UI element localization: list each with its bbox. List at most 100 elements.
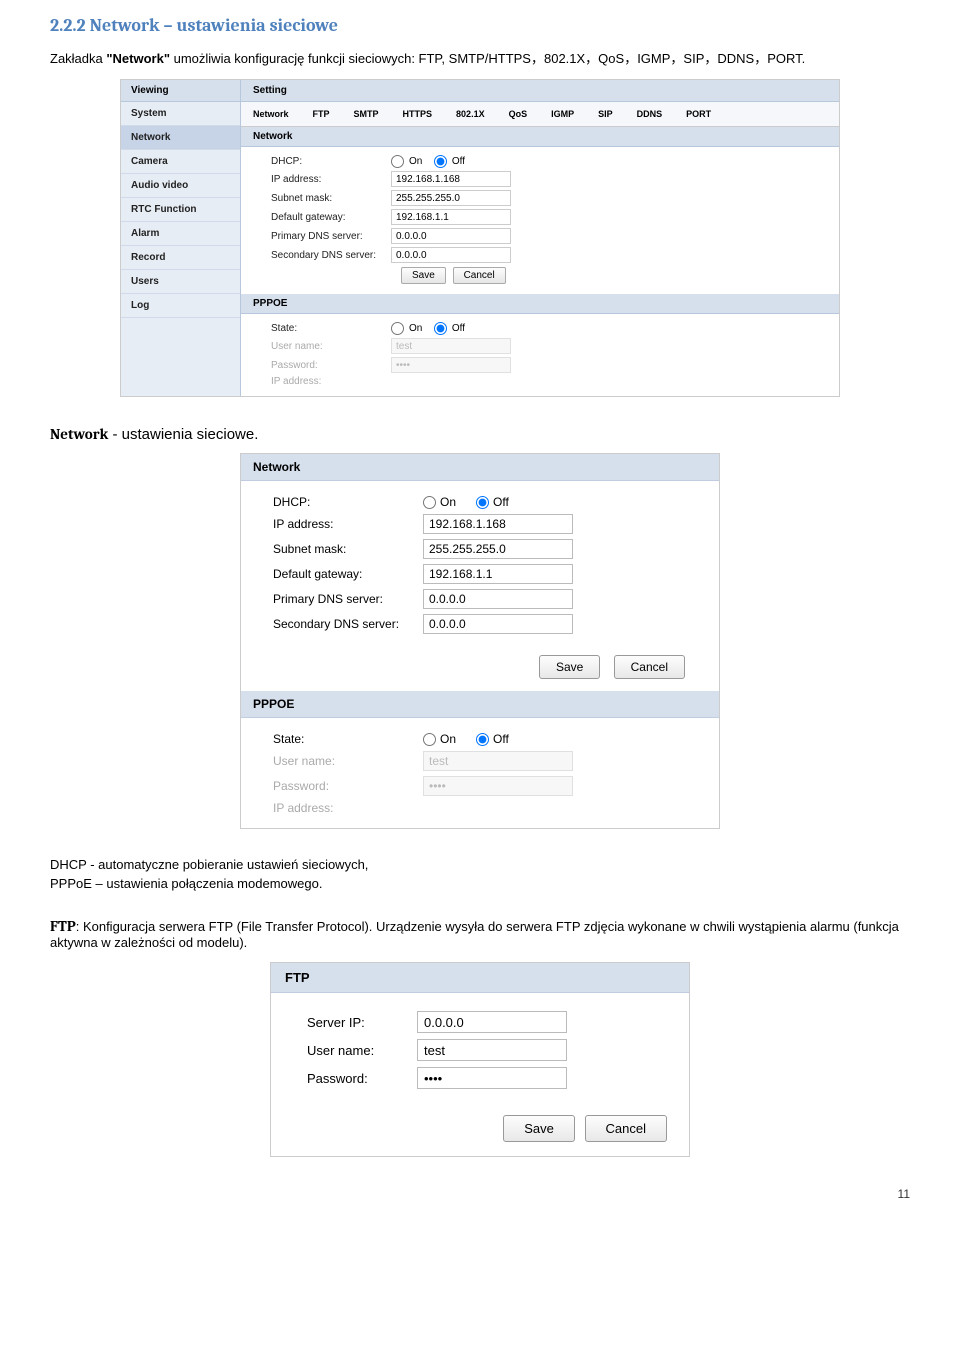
state2-on-label: On [440, 732, 456, 746]
tab-smtp[interactable]: SMTP [342, 106, 391, 122]
panel3-head-ftp: FTP [271, 963, 689, 993]
tab-https[interactable]: HTTPS [391, 106, 445, 122]
pppoe2-pass-label: Password: [273, 779, 423, 793]
ip2-input[interactable] [423, 514, 573, 534]
ftp-lead: FTP [50, 917, 76, 935]
dhcp-off-radio[interactable] [434, 155, 447, 168]
network-form: DHCP: On Off IP address: Subnet mask: De… [241, 147, 839, 294]
dhcp-label: DHCP: [271, 156, 391, 167]
dns2b-input[interactable] [423, 614, 573, 634]
tab-sip[interactable]: SIP [586, 106, 625, 122]
ftp-rest: : Konfiguracja serwera FTP (File Transfe… [50, 919, 899, 950]
sidebar-item-record[interactable]: Record [121, 246, 240, 270]
dns1b-input[interactable] [423, 589, 573, 609]
dhcp2-label: DHCP: [273, 495, 423, 509]
ftp-paragraph: FTP: Konfiguracja serwera FTP (File Tran… [50, 917, 910, 950]
tab-qos[interactable]: QoS [497, 106, 540, 122]
state-on-radio[interactable] [391, 322, 404, 335]
network-rest: - ustawienia sieciowe. [108, 426, 258, 443]
tab-port[interactable]: PORT [674, 106, 723, 122]
dns1-input[interactable] [391, 228, 511, 244]
sidebar-item-camera[interactable]: Camera [121, 150, 240, 174]
screenshot-network-detail: Network DHCP: On Off IP address: Subnet … [240, 453, 720, 829]
save2-button[interactable]: Save [539, 655, 600, 679]
panel-head-network: Network [241, 127, 839, 147]
subnet2-label: Subnet mask: [273, 542, 423, 556]
ftp-server-input[interactable] [417, 1011, 567, 1033]
tab-igmp[interactable]: IGMP [539, 106, 586, 122]
ftp-cancel-button[interactable]: Cancel [585, 1115, 667, 1142]
dhcp2-off-label: Off [493, 495, 509, 509]
ip-input[interactable] [391, 171, 511, 187]
state-off-label: Off [452, 323, 465, 334]
ftp-save-button[interactable]: Save [503, 1115, 575, 1142]
dhcp-desc-2: PPPoE – ustawienia połączenia modemowego… [50, 876, 910, 891]
dhcp-on-label: On [409, 156, 422, 167]
save-button[interactable]: Save [401, 267, 446, 284]
pppoe-form: State: On Off User name: Password: IP ad… [241, 314, 839, 396]
network-lead: Network [50, 425, 108, 443]
tab-8021x[interactable]: 802.1X [444, 106, 497, 122]
panel2-head-pppoe: PPPOE [241, 691, 719, 718]
screenshot-ftp: FTP Server IP: User name: Password: Save… [270, 962, 690, 1157]
ftp-pass-input[interactable] [417, 1067, 567, 1089]
dns1b-label: Primary DNS server: [273, 592, 423, 606]
cancel-button[interactable]: Cancel [453, 267, 506, 284]
network2-form: DHCP: On Off IP address: Subnet mask: De… [241, 481, 719, 647]
pppoe-ip-label: IP address: [271, 376, 391, 387]
tab-bar: Network FTP SMTP HTTPS 802.1X QoS IGMP S… [241, 102, 839, 127]
dns2-input[interactable] [391, 247, 511, 263]
pppoe2-form: State: On Off User name: Password: IP ad… [241, 718, 719, 828]
sidebar-item-network[interactable]: Network [121, 126, 240, 150]
gateway-label: Default gateway: [271, 212, 391, 223]
pppoe-pass-label: Password: [271, 360, 391, 371]
cancel2-button[interactable]: Cancel [614, 655, 685, 679]
sidebar-item-rtc[interactable]: RTC Function [121, 198, 240, 222]
dns1-label: Primary DNS server: [271, 231, 391, 242]
sidebar-item-log[interactable]: Log [121, 294, 240, 318]
dhcp-desc-1: DHCP - automatyczne pobieranie ustawień … [50, 857, 910, 872]
pppoe-user-input [391, 338, 511, 354]
subnet2-input[interactable] [423, 539, 573, 559]
section-heading: 2.2.2 Network – ustawienia sieciowe [50, 15, 910, 36]
pppoe2-user-input [423, 751, 573, 771]
gateway2-input[interactable] [423, 564, 573, 584]
intro-paragraph: Zakładka "Network" umożliwia konfiguracj… [50, 48, 910, 67]
gateway2-label: Default gateway: [273, 567, 423, 581]
pppoe2-pass-input [423, 776, 573, 796]
ip-label: IP address: [271, 174, 391, 185]
ftp-user-label: User name: [307, 1043, 417, 1058]
tab-ftp[interactable]: FTP [301, 106, 342, 122]
dhcp2-off-radio[interactable] [476, 496, 489, 509]
sidebar: Viewing System Network Camera Audio vide… [121, 80, 241, 396]
subnet-label: Subnet mask: [271, 193, 391, 204]
ftp-user-input[interactable] [417, 1039, 567, 1061]
state2-off-radio[interactable] [476, 733, 489, 746]
gateway-input[interactable] [391, 209, 511, 225]
subnet-input[interactable] [391, 190, 511, 206]
dns2-label: Secondary DNS server: [271, 250, 391, 261]
sidebar-item-alarm[interactable]: Alarm [121, 222, 240, 246]
ip2-label: IP address: [273, 517, 423, 531]
dhcp2-on-radio[interactable] [423, 496, 436, 509]
state2-off-label: Off [493, 732, 509, 746]
sidebar-item-system[interactable]: System [121, 102, 240, 126]
state-label: State: [271, 323, 391, 334]
page-number: 11 [50, 1187, 910, 1201]
pppoe2-ip-label: IP address: [273, 801, 423, 815]
panel-head-pppoe: PPPOE [241, 294, 839, 314]
dhcp-off-label: Off [452, 156, 465, 167]
state-off-radio[interactable] [434, 322, 447, 335]
main-panel: Setting Network FTP SMTP HTTPS 802.1X Qo… [241, 80, 839, 396]
state2-on-radio[interactable] [423, 733, 436, 746]
pppoe-pass-input [391, 357, 511, 373]
intro-bold: "Network" [106, 51, 170, 66]
dhcp-on-radio[interactable] [391, 155, 404, 168]
tab-ddns[interactable]: DDNS [625, 106, 675, 122]
sidebar-header: Viewing [121, 80, 240, 102]
sidebar-item-audio-video[interactable]: Audio video [121, 174, 240, 198]
dns2b-label: Secondary DNS server: [273, 617, 423, 631]
panel2-head-network: Network [241, 454, 719, 481]
sidebar-item-users[interactable]: Users [121, 270, 240, 294]
tab-network[interactable]: Network [241, 106, 301, 122]
